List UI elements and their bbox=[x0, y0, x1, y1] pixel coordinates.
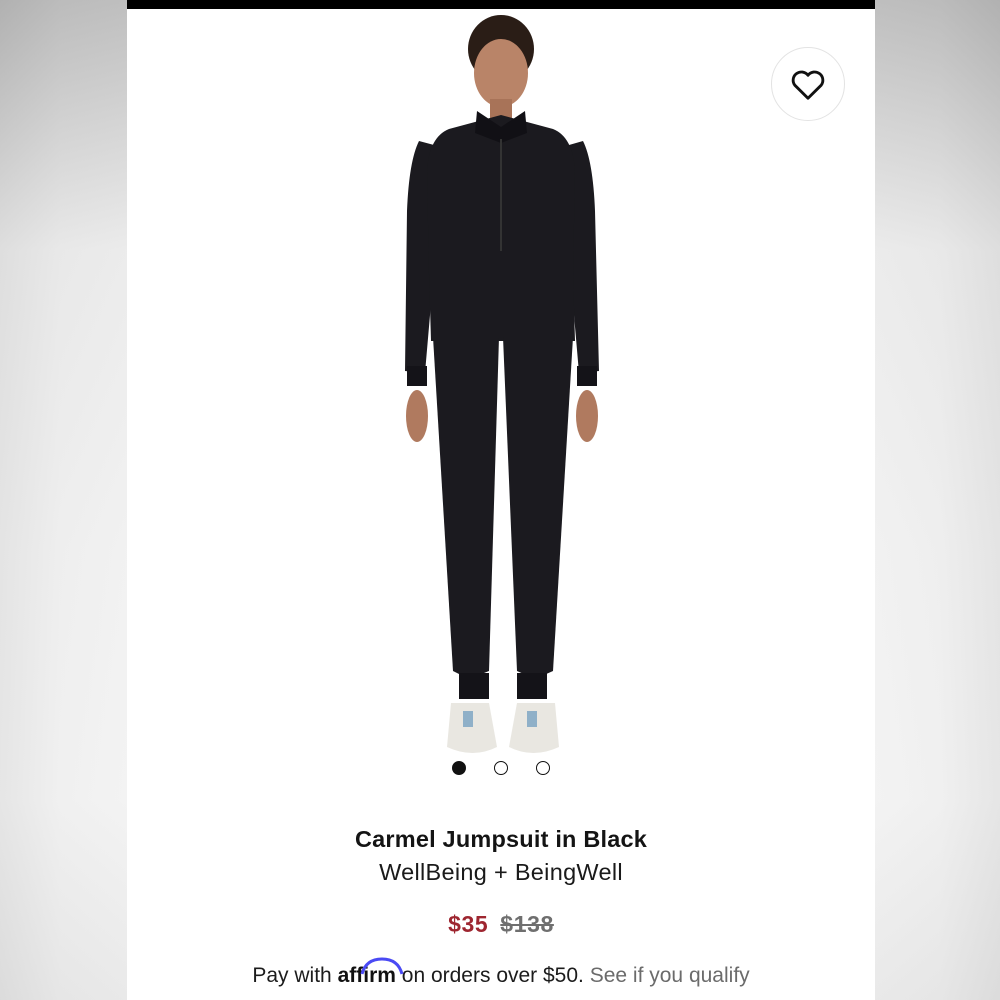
background-blur-left bbox=[0, 0, 127, 1000]
carousel-dot-2[interactable] bbox=[494, 761, 508, 775]
carousel-dot-3[interactable] bbox=[536, 761, 550, 775]
financing-message: Pay with affirm on orders over $50. See … bbox=[127, 957, 875, 988]
product-photo bbox=[405, 15, 599, 753]
original-price: $138 bbox=[500, 911, 554, 937]
affirm-logo: affirm bbox=[338, 957, 404, 988]
financing-prefix: Pay with bbox=[252, 964, 332, 987]
carousel-dot-1[interactable] bbox=[452, 761, 466, 775]
favorite-button[interactable] bbox=[771, 47, 845, 121]
see-if-you-qualify-link[interactable]: See if you qualify bbox=[590, 964, 750, 987]
heart-outline-icon bbox=[791, 70, 825, 100]
financing-suffix: on orders over $50. bbox=[401, 964, 584, 987]
product-title: Carmel Jumpsuit in Black bbox=[354, 826, 648, 852]
product-image-carousel[interactable] bbox=[127, 9, 875, 779]
background-blur-right bbox=[873, 0, 1000, 1000]
affirm-arc-icon bbox=[360, 957, 404, 975]
product-page: Carmel Jumpsuit in Black WellBeing + Bei… bbox=[127, 0, 875, 1000]
status-bar bbox=[127, 0, 875, 9]
product-brand[interactable]: WellBeing + BeingWell bbox=[127, 859, 875, 886]
carousel-indicators bbox=[127, 761, 875, 775]
sale-price: $35 bbox=[448, 911, 489, 937]
price-row: $35 $138 bbox=[127, 911, 875, 938]
